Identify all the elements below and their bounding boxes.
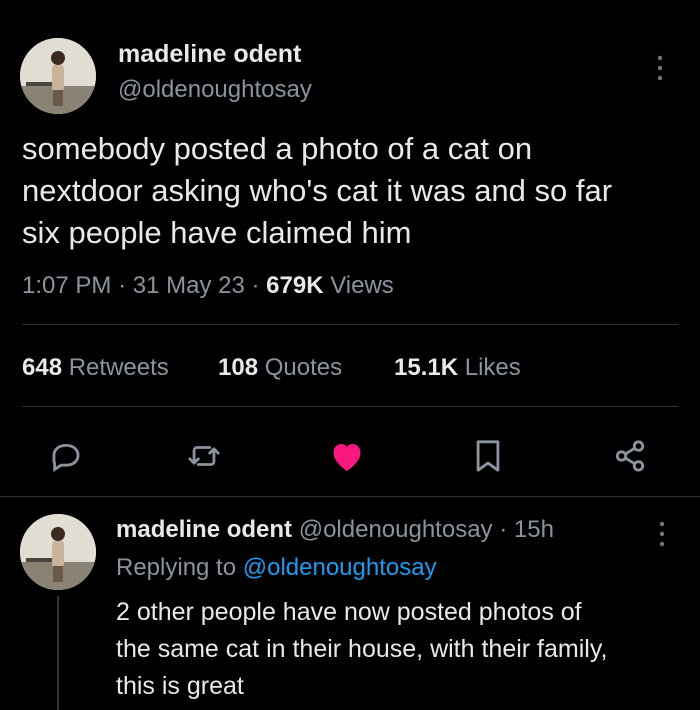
reply-text-line: this is great — [116, 672, 244, 700]
author-avatar[interactable] — [20, 38, 96, 114]
bookmark-icon — [476, 440, 500, 472]
retweet-button[interactable] — [182, 434, 226, 478]
reply-icon — [52, 443, 80, 473]
divider — [0, 496, 700, 497]
likes-stat[interactable]: 15.1K Likes — [394, 354, 521, 382]
views-label: Views — [330, 272, 394, 299]
author-handle[interactable]: @oldenoughtosay — [118, 76, 312, 104]
meta-separator: · — [118, 272, 127, 299]
quotes-count: 108 — [218, 354, 259, 381]
like-icon — [333, 444, 361, 471]
reply-author-handle[interactable]: @oldenoughtosay — [299, 516, 493, 543]
thread-line — [57, 596, 59, 710]
share-button[interactable] — [608, 434, 652, 478]
reply-text: 2 other people have now posted photos of… — [116, 594, 607, 705]
tweet-text-line: nextdoor asking who's cat it was and so … — [22, 173, 613, 208]
reply-author-avatar[interactable] — [20, 514, 96, 590]
reply-age[interactable]: 15h — [514, 516, 554, 543]
reply-text-line: the same cat in their house, with their … — [116, 635, 608, 663]
reply-author-name[interactable]: madeline odent — [116, 516, 292, 543]
likes-count: 15.1K — [394, 354, 459, 381]
author-name[interactable]: madeline odent — [118, 40, 301, 69]
views-count: 679K — [266, 272, 324, 299]
tweet-text-line: somebody posted a photo of a cat on — [22, 131, 533, 166]
share-icon — [615, 440, 645, 472]
tweet-text: somebody posted a photo of a cat on next… — [22, 128, 612, 254]
meta-separator: · — [251, 272, 260, 299]
replying-to-label: Replying to — [116, 554, 237, 581]
retweets-label: Retweets — [68, 354, 169, 381]
divider — [22, 406, 678, 407]
bookmark-button[interactable] — [466, 434, 510, 478]
retweets-count: 648 — [22, 354, 63, 381]
reply-text-line: 2 other people have now posted photos of — [116, 598, 582, 626]
divider — [22, 324, 678, 325]
tweet-meta: 1:07 PM · 31 May 23 · 679K Views — [22, 272, 394, 300]
tweet-date[interactable]: 31 May 23 — [133, 272, 245, 299]
more-options-icon[interactable] — [652, 50, 668, 86]
likes-label: Likes — [464, 354, 521, 381]
meta-separator: · — [499, 516, 508, 543]
tweet-text-line: six people have claimed him — [22, 215, 412, 250]
retweets-stat[interactable]: 648 Retweets — [22, 354, 169, 382]
reply-more-options-icon[interactable] — [654, 518, 670, 550]
quotes-label: Quotes — [264, 354, 343, 381]
replying-to-handle[interactable]: @oldenoughtosay — [243, 554, 437, 581]
replying-to: Replying to @oldenoughtosay — [116, 554, 437, 582]
reply-header: madeline odent @oldenoughtosay · 15h — [116, 516, 554, 544]
retweet-icon — [188, 446, 220, 466]
quotes-stat[interactable]: 108 Quotes — [218, 354, 342, 382]
reply-button[interactable] — [44, 434, 88, 478]
tweet-time[interactable]: 1:07 PM — [22, 272, 111, 299]
like-button[interactable] — [325, 434, 369, 478]
